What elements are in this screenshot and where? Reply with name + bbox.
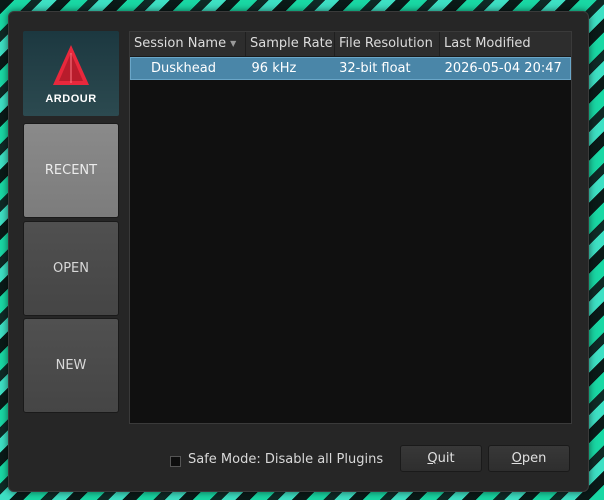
chevron-down-icon: ▼ xyxy=(230,39,237,48)
open-tab-button[interactable]: OPEN xyxy=(23,221,119,316)
new-button[interactable]: NEW xyxy=(23,318,119,413)
safe-mode-checkbox[interactable] xyxy=(170,456,181,467)
column-last-modified-label: Last Modified xyxy=(444,36,531,51)
column-sample-rate-label: Sample Rate xyxy=(250,36,333,51)
recent-sessions-list[interactable]: Session Name ▼ Sample Rate File Resolutio… xyxy=(129,31,572,424)
column-last-modified[interactable]: Last Modified xyxy=(440,32,571,56)
session-row[interactable]: Duskhead 96 kHz 32-bit float 2026-05-04 … xyxy=(130,57,571,80)
quit-button[interactable]: Quit xyxy=(400,445,482,472)
sample-rate-cell: 96 kHz xyxy=(251,61,297,76)
session-setup-dialog: ARDOUR RECENT OPEN NEW Session Name ▼ Sam… xyxy=(8,11,589,492)
column-session-name[interactable]: Session Name ▼ xyxy=(130,32,246,56)
open-tab-button-label: OPEN xyxy=(52,261,89,276)
open-button[interactable]: Open xyxy=(488,445,570,472)
column-sample-rate[interactable]: Sample Rate xyxy=(246,32,335,56)
column-file-resolution[interactable]: File Resolution xyxy=(335,32,440,56)
recent-button-label: RECENT xyxy=(44,163,98,178)
open-label: pen xyxy=(521,451,547,466)
quit-label: uit xyxy=(437,451,455,466)
safe-mode-label: Safe Mode: Disable all Plugins xyxy=(188,452,384,467)
list-header: Session Name ▼ Sample Rate File Resolutio… xyxy=(130,32,571,57)
ardour-logo: ARDOUR xyxy=(23,31,119,116)
last-modified-cell: 2026-05-04 20:47 xyxy=(444,61,562,76)
session-name-cell: Duskhead xyxy=(151,61,217,76)
open-mnemonic: O xyxy=(511,451,522,466)
quit-mnemonic: Q xyxy=(427,451,438,466)
file-resolution-cell: 32-bit float xyxy=(339,61,411,76)
new-button-label: NEW xyxy=(55,358,87,373)
recent-button[interactable]: RECENT xyxy=(23,123,119,218)
logo-text: ARDOUR xyxy=(45,93,97,105)
column-session-name-label: Session Name xyxy=(134,36,227,51)
column-file-resolution-label: File Resolution xyxy=(339,36,433,51)
